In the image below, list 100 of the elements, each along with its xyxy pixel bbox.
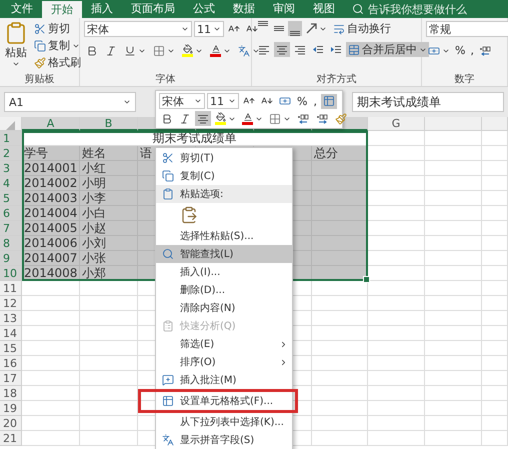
table-cell [425,371,482,386]
font-size-field[interactable]: 11 [207,93,239,109]
copy-icon [34,40,46,52]
align-icon [274,26,284,31]
row-header[interactable]: 18 [0,386,22,401]
scissors-icon [162,152,174,164]
table-cell [22,371,80,386]
ribbon-tab[interactable]: 数据 [224,0,264,18]
column-header[interactable]: G [368,117,425,131]
menu-item[interactable]: 智能查找(L) [156,245,292,263]
comma-button[interactable]: , [468,43,476,58]
menu-item[interactable]: 从下拉列表中选择(K)... [156,413,292,431]
table-cell [312,311,368,326]
row-header[interactable]: 2 [0,146,22,161]
row-header[interactable]: 5 [0,191,22,206]
merge-center-button[interactable]: 合并后居中 [346,42,429,57]
table-cell [368,356,425,371]
table-cell [482,326,508,341]
bold-icon [86,44,98,56]
row-header[interactable]: 15 [0,341,22,356]
caret-icon [194,97,202,105]
row-header[interactable]: 14 [0,326,22,341]
row-header[interactable]: 1 [0,131,22,146]
fill-handle[interactable] [363,276,370,283]
column-header[interactable]: B [80,117,138,131]
table-cell [482,401,508,416]
row-header[interactable]: 21 [0,431,22,446]
menu-item[interactable]: 筛选(E) [156,335,292,353]
formula-field[interactable]: 期末考试成绩单 [352,92,504,112]
table-cell [368,206,425,221]
copy-icon [162,170,174,182]
menu-item[interactable]: 清除内容(N) [156,299,292,317]
table-cell [425,281,482,296]
ribbon-tab[interactable]: 页面布局 [122,0,184,18]
menu-item[interactable]: 插入(I)... [156,263,292,281]
brush-icon [34,56,46,68]
ribbon-tab[interactable]: 公式 [184,0,224,18]
row-header[interactable]: 7 [0,221,22,236]
table-cell: 小张 [80,251,138,266]
ribbon-tab[interactable]: 文件 [2,0,42,18]
table-cell [368,176,425,191]
row-header[interactable]: 4 [0,176,22,191]
menu-item[interactable]: 设置单元格格式(F)... [156,392,292,410]
table-cell: 学号 [22,146,80,161]
table-cell [22,416,80,431]
row-header[interactable]: 9 [0,251,22,266]
font-size-field[interactable]: 11 [194,21,224,37]
format-painter-button[interactable] [333,111,349,126]
row-header[interactable]: 3 [0,161,22,176]
ribbon-tab[interactable]: 开始 [42,1,82,18]
column-header[interactable]: A [22,117,80,131]
caret-icon [213,25,221,33]
menu-item[interactable]: 排序(O) [156,353,292,371]
table-cell [312,176,368,191]
row-header[interactable]: 12 [0,296,22,311]
percent-button[interactable]: % [295,94,310,108]
table-cell [368,296,425,311]
horizontal-align-button[interactable] [274,42,290,57]
bold-icon [161,112,173,124]
ribbon-tab[interactable]: 审阅 [264,0,304,18]
row-header[interactable]: 16 [0,356,22,371]
number-format-field[interactable]: 常规 [426,21,508,37]
table-cell [482,266,508,281]
table-cell: 2014005 [22,221,80,236]
row-header[interactable]: 19 [0,401,22,416]
paste-button[interactable]: 粘贴 [4,21,28,72]
table-cell [482,341,508,356]
cut-button[interactable]: 剪切 [32,21,83,36]
format-painter-button[interactable]: 格式刷 [32,55,83,70]
row-header[interactable]: 11 [0,281,22,296]
ribbon-tab[interactable]: 插入 [82,0,122,18]
table-format-button[interactable] [320,94,337,108]
align-button[interactable] [195,111,211,126]
percent-button[interactable]: % [453,43,468,58]
row-header[interactable]: 8 [0,236,22,251]
row-header[interactable]: 17 [0,371,22,386]
row-header[interactable]: 6 [0,206,22,221]
menu-item[interactable]: 选择性粘贴(S)... [156,227,292,245]
table-cell [22,431,80,446]
menu-item[interactable]: 删除(D)... [156,281,292,299]
row-header[interactable]: 13 [0,311,22,326]
font-name-field[interactable]: 宋体 [159,93,205,109]
row-header[interactable]: 20 [0,416,22,431]
row-header[interactable]: 10 [0,266,22,281]
table-cell [312,341,368,356]
table-cell [368,266,425,281]
align-icon [276,44,288,56]
font-name-field[interactable]: 宋体 [84,21,192,37]
tell-me-field[interactable]: 告诉我你想要做什么 [368,2,467,16]
ribbon-tab[interactable]: 视图 [304,0,344,18]
wrap-text-button[interactable]: 自动换行 [331,21,393,36]
comma-button[interactable]: , [311,94,319,108]
menu-item[interactable]: 复制(C) [156,167,292,185]
copy-button[interactable]: 复制 [32,38,83,53]
name-box[interactable]: A1 [4,92,136,112]
table-cell [312,431,368,446]
table-cell [312,401,368,416]
menu-item[interactable]: 显示拼音字段(S) [156,431,292,449]
vertical-align-button[interactable] [288,21,302,36]
menu-item[interactable]: 插入批注(M) [156,371,292,389]
